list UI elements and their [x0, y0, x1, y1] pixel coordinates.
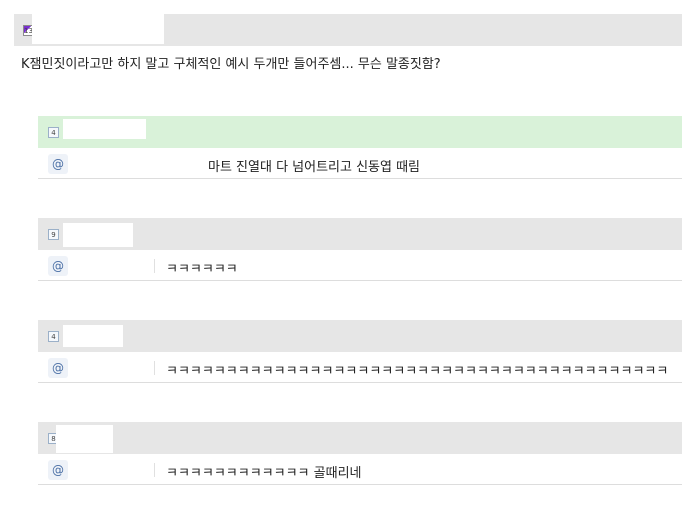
level-badge-icon: 9	[48, 229, 59, 240]
commenter-name-redacted[interactable]	[63, 223, 133, 247]
post-body: K잼민짓이라고만 하지 말고 구체적인 예시 두개만 들어주셈... 무슨 말종…	[21, 57, 441, 72]
comment-text: 마트 진열대 다 넘어트리고 신동엽 때림	[208, 160, 421, 175]
comment-header: 8	[38, 422, 682, 454]
comment-header: 9	[38, 218, 682, 250]
divider	[154, 463, 155, 477]
author-name-redacted[interactable]	[32, 14, 164, 44]
commenter-name-redacted[interactable]	[63, 325, 123, 347]
comment-text: ㅋㅋㅋㅋㅋㅋㅋㅋㅋㅋㅋㅋㅋㅋㅋㅋㅋㅋㅋㅋㅋㅋㅋㅋㅋㅋㅋㅋㅋㅋㅋㅋㅋㅋㅋㅋㅋㅋㅋㅋ…	[166, 364, 669, 379]
comment-row: @ ㅋㅋㅋㅋㅋㅋㅋㅋㅋㅋㅋㅋ 골때리네	[38, 456, 682, 485]
mention-icon[interactable]: @	[48, 460, 68, 480]
comment-header: 4	[38, 320, 682, 352]
post-header: 13	[14, 14, 682, 46]
mention-icon[interactable]: @	[48, 256, 68, 276]
comment-header: 4	[38, 116, 682, 148]
commenter-name-redacted[interactable]	[56, 425, 113, 453]
comment-text: ㅋㅋㅋㅋㅋㅋ	[166, 262, 238, 277]
divider	[154, 361, 155, 375]
comment-row: @ 마트 진열대 다 넘어트리고 신동엽 때림	[38, 150, 682, 179]
comment-row: @ ㅋㅋㅋㅋㅋㅋㅋㅋㅋㅋㅋㅋㅋㅋㅋㅋㅋㅋㅋㅋㅋㅋㅋㅋㅋㅋㅋㅋㅋㅋㅋㅋㅋㅋㅋㅋㅋㅋ…	[38, 354, 682, 383]
mention-icon[interactable]: @	[48, 154, 68, 174]
divider	[154, 259, 155, 273]
comment-text: ㅋㅋㅋㅋㅋㅋㅋㅋㅋㅋㅋㅋ 골때리네	[166, 466, 362, 481]
commenter-name-redacted[interactable]	[63, 119, 146, 139]
level-badge-icon: 4	[48, 331, 59, 342]
level-badge-icon: 4	[48, 127, 59, 138]
mention-icon[interactable]: @	[48, 358, 68, 378]
comment-row: @ ㅋㅋㅋㅋㅋㅋ	[38, 252, 682, 281]
